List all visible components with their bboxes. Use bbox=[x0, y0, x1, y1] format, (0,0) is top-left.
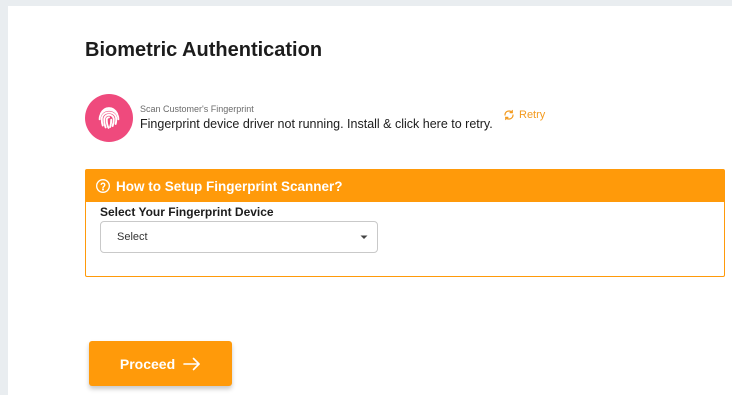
help-circle-icon bbox=[96, 179, 110, 193]
device-select-label: Select Your Fingerprint Device bbox=[100, 205, 274, 219]
proceed-label: Proceed bbox=[119, 355, 176, 372]
refresh-icon bbox=[504, 109, 514, 121]
auth-card: Biometric Authentication Scan Customer's… bbox=[8, 6, 732, 395]
fingerprint-icon bbox=[98, 107, 120, 129]
retry-button[interactable]: Retry bbox=[503, 109, 545, 121]
setup-panel-header[interactable]: How to Setup Fingerprint Scanner? bbox=[86, 170, 724, 202]
fingerprint-status-message[interactable]: Fingerprint device driver not running. I… bbox=[140, 117, 493, 131]
device-select-value: Select bbox=[117, 231, 148, 243]
arrow-right-icon bbox=[183, 357, 200, 370]
page-title: Biometric Authentication bbox=[85, 39, 323, 61]
device-select[interactable]: Select bbox=[100, 221, 378, 253]
fingerprint-scan-label: Scan Customer's Fingerprint bbox=[140, 104, 254, 114]
caret-down-icon bbox=[360, 235, 368, 239]
retry-label: Retry bbox=[519, 109, 546, 121]
setup-panel-title: How to Setup Fingerprint Scanner? bbox=[116, 178, 343, 194]
proceed-button[interactable]: Proceed bbox=[89, 341, 232, 386]
setup-panel: How to Setup Fingerprint Scanner? Select… bbox=[85, 169, 725, 277]
fingerprint-badge bbox=[85, 94, 133, 142]
